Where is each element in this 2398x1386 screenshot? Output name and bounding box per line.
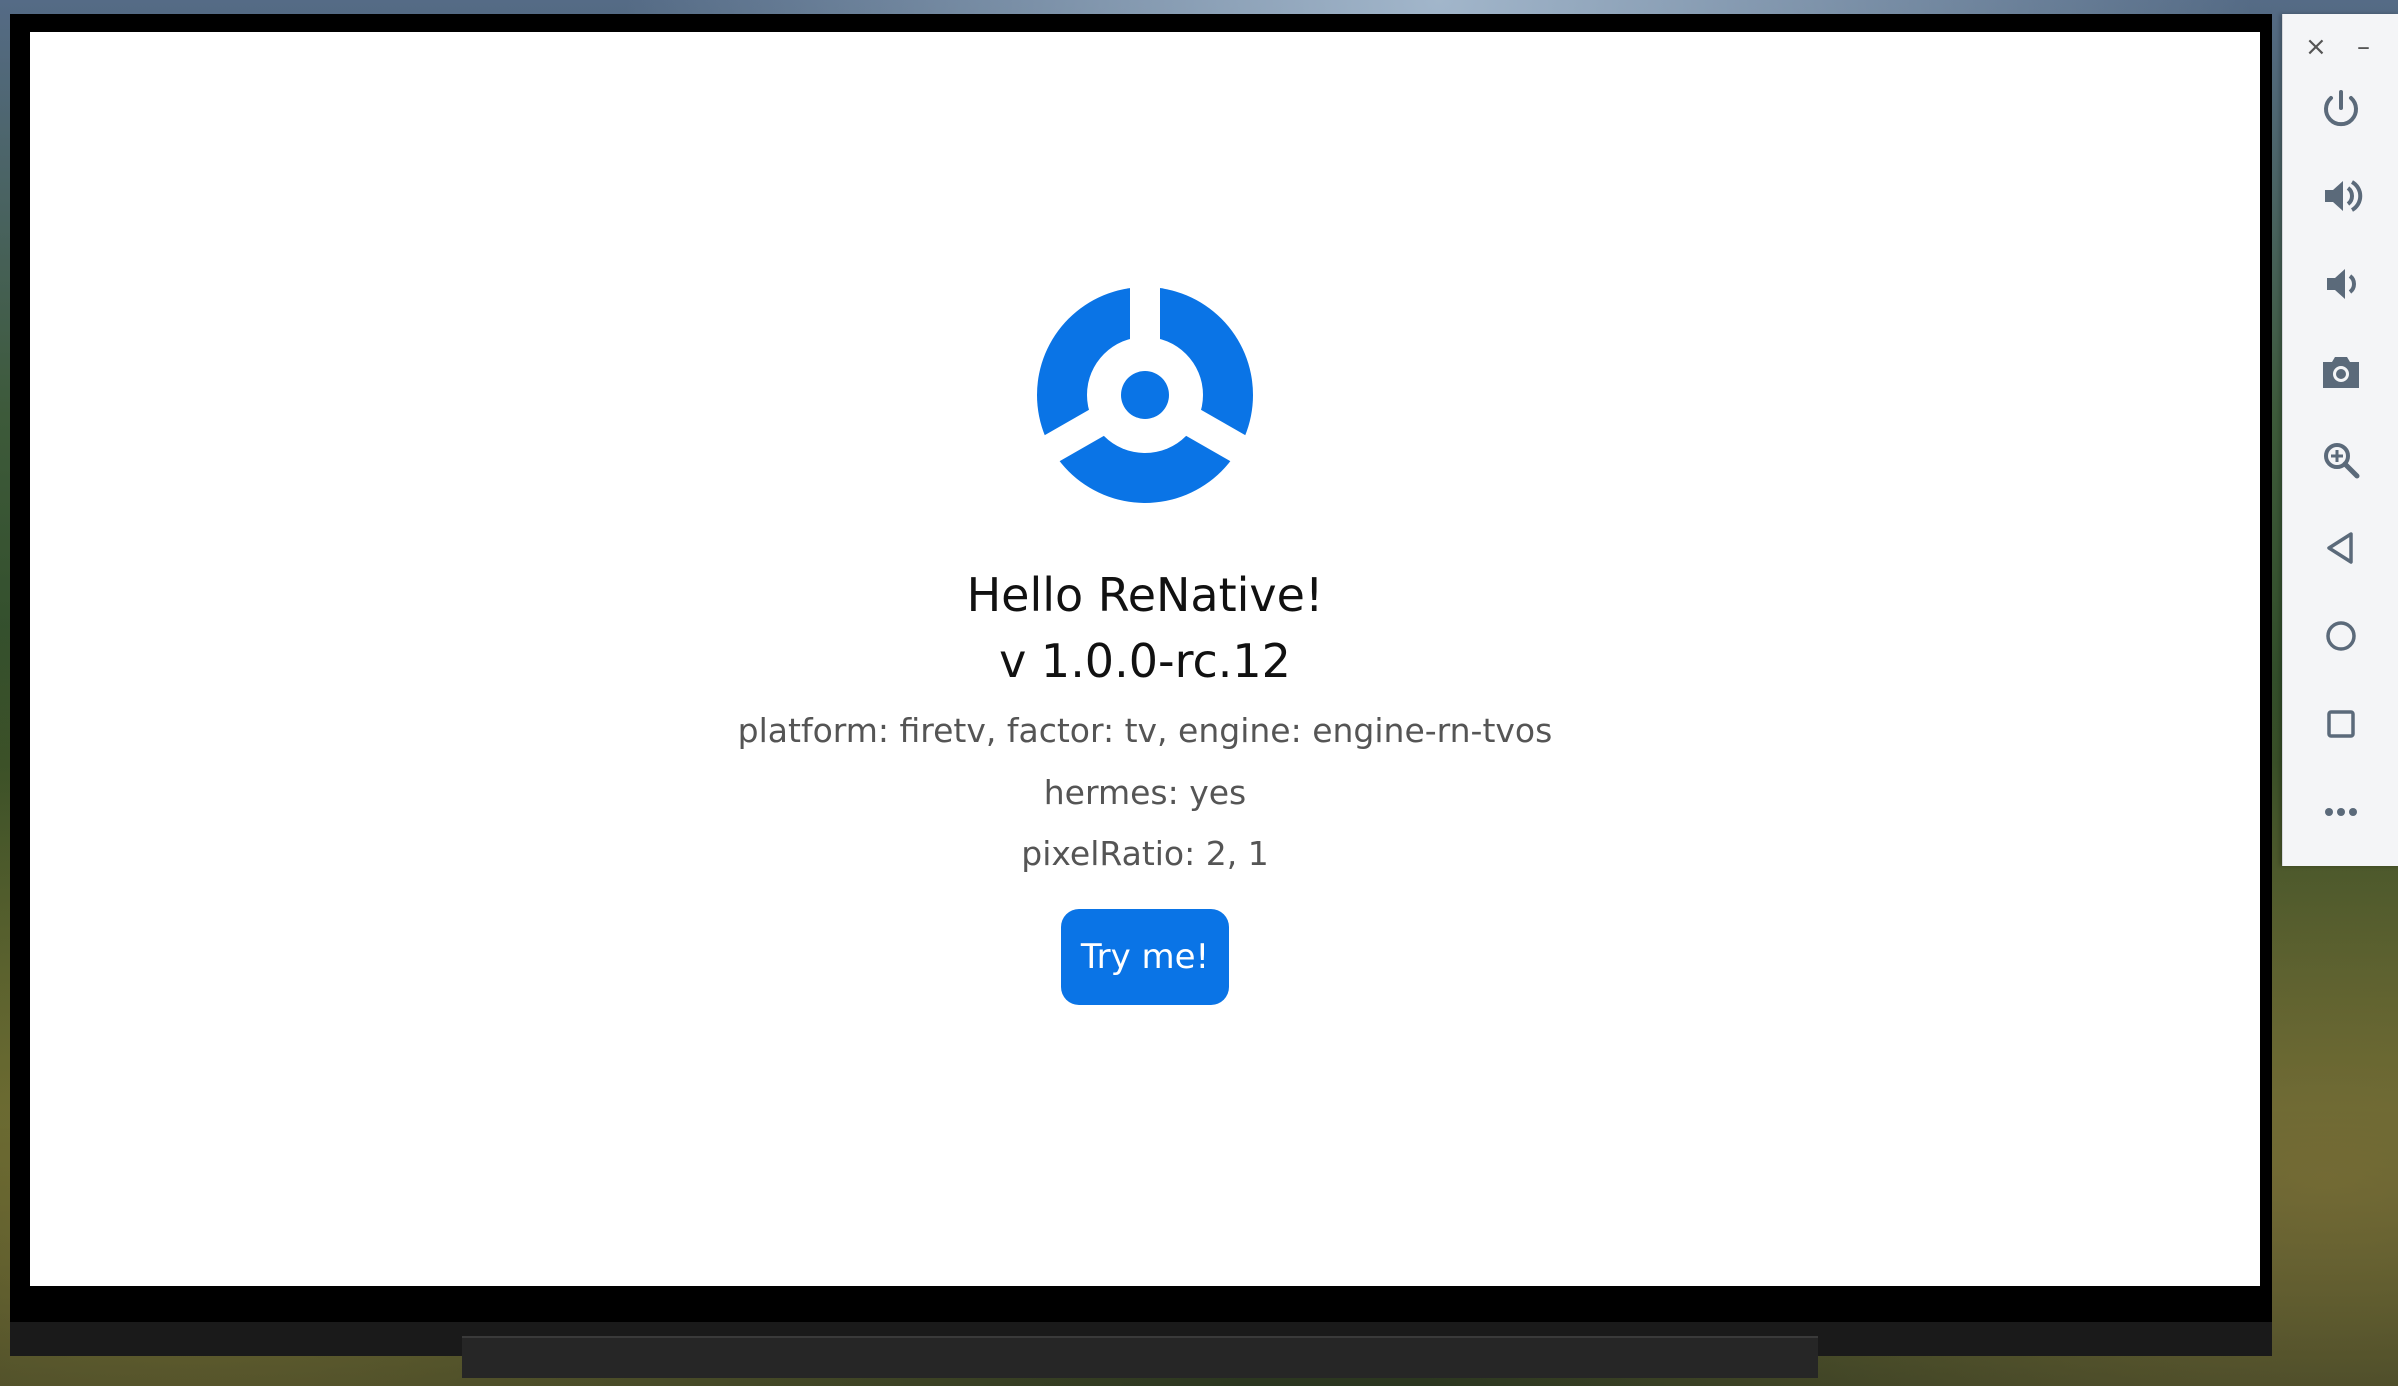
- back-icon[interactable]: [2313, 520, 2369, 576]
- tv-stand: [462, 1336, 1818, 1378]
- pixel-ratio-info: pixelRatio: 2, 1: [1021, 834, 1269, 873]
- platform-info: platform: firetv, factor: tv, engine: en…: [737, 711, 1553, 750]
- hermes-info: hermes: yes: [1043, 773, 1247, 812]
- camera-icon[interactable]: [2313, 344, 2369, 400]
- try-me-button[interactable]: Try me!: [1061, 909, 1229, 1005]
- overview-icon[interactable]: [2313, 696, 2369, 752]
- app-screen: Hello ReNative! v 1.0.0-rc.12 platform: …: [30, 32, 2260, 1286]
- close-button[interactable]: ×: [2305, 32, 2327, 62]
- greeting-title: Hello ReNative!: [966, 568, 1324, 622]
- power-icon[interactable]: [2313, 80, 2369, 136]
- minimize-button[interactable]: –: [2357, 32, 2370, 62]
- volume-down-icon[interactable]: [2313, 256, 2369, 312]
- emulator-toolbar: × –: [2282, 14, 2398, 866]
- version-label: v 1.0.0-rc.12: [999, 634, 1291, 688]
- home-icon[interactable]: [2313, 608, 2369, 664]
- zoom-icon[interactable]: [2313, 432, 2369, 488]
- more-icon[interactable]: [2313, 784, 2369, 840]
- volume-up-icon[interactable]: [2313, 168, 2369, 224]
- renative-logo: [1037, 287, 1253, 503]
